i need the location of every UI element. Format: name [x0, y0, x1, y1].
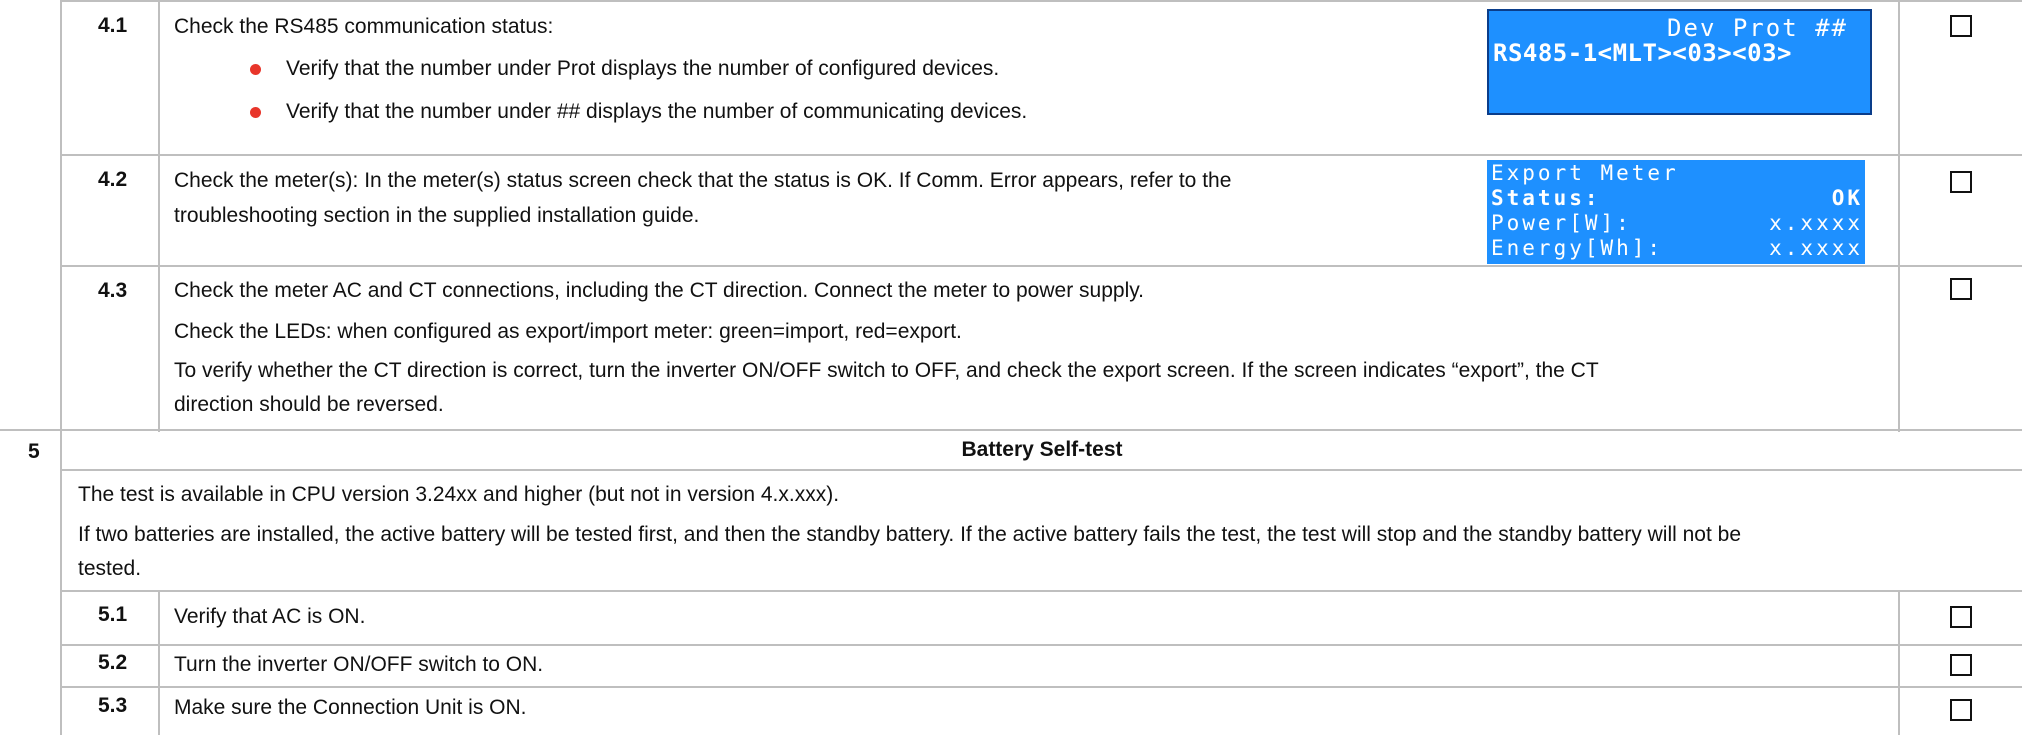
step-text-line: troubleshooting section in the supplied …: [174, 204, 700, 227]
step-text: Turn the inverter ON/OFF switch to ON.: [174, 653, 544, 676]
step-paragraph: Check the meter AC and CT connections, i…: [174, 279, 1145, 302]
step-text: Make sure the Connection Unit is ON.: [174, 696, 527, 719]
lcd-power-value: x.xxxx: [1769, 211, 1863, 235]
step-text-line: Check the meter(s): In the meter(s) stat…: [174, 169, 1232, 192]
lcd-screen-rs485: Dev Prot ## RS485-1<MLT><03><03>: [1487, 9, 1872, 115]
checkbox-5-2[interactable]: [1950, 654, 1972, 676]
lcd-power-label: Power[W]:: [1491, 211, 1632, 235]
checkbox-5-1[interactable]: [1950, 606, 1972, 628]
lcd-status-value: OK: [1831, 186, 1863, 210]
lcd-rs485-line: RS485-1<MLT><03><03>: [1493, 39, 1792, 67]
grid-line-num-col-lower: [158, 590, 160, 735]
section-title-text: Battery Self-test: [961, 438, 1123, 461]
section-intro: If two batteries are installed, the acti…: [78, 523, 1741, 546]
section-number: 5: [28, 440, 40, 463]
bullet-icon: [250, 107, 261, 118]
bullet-icon: [250, 64, 261, 75]
section-intro: tested.: [78, 557, 142, 580]
step-number: 5.1: [98, 603, 128, 626]
step-title: Check the RS485 communication status:: [174, 15, 554, 38]
step-number: 5.2: [98, 651, 128, 674]
grid-line-52-bottom: [60, 686, 2022, 688]
checkbox-5-3[interactable]: [1950, 699, 1972, 721]
lcd-screen-export-meter: Export Meter Status: OK Power[W]: x.xxxx…: [1487, 160, 1865, 264]
section-intro: The test is available in CPU version 3.2…: [78, 483, 840, 506]
grid-line-section5-left: [60, 429, 62, 735]
step-number: 4.2: [98, 168, 128, 191]
checkbox-4-3[interactable]: [1950, 278, 1972, 300]
step-paragraph: direction should be reversed.: [174, 393, 444, 416]
checkbox-4-1[interactable]: [1950, 15, 1972, 37]
lcd-status-label: Status:: [1491, 186, 1601, 210]
lcd-energy-value: x.xxxx: [1769, 236, 1863, 260]
grid-line-51-bottom: [60, 644, 2022, 646]
step-number: 4.1: [98, 14, 128, 37]
lcd-energy-label: Energy[Wh]:: [1491, 236, 1664, 260]
step-text: Verify that AC is ON.: [174, 605, 366, 628]
checkbox-4-2[interactable]: [1950, 171, 1972, 193]
step-number: 4.3: [98, 279, 128, 302]
step-number: 5.3: [98, 694, 128, 717]
lcd-title-line: Export Meter: [1491, 161, 1679, 185]
section-title: Battery Self-test: [62, 431, 2022, 469]
bullet-item: Verify that the number under Prot displa…: [286, 57, 1000, 80]
grid-line-section5-header-bottom: [60, 469, 2022, 471]
step-paragraph: Check the LEDs: when configured as expor…: [174, 320, 962, 343]
grid-line-51-top: [60, 590, 2022, 592]
lcd-header-line: Dev Prot ##: [1667, 14, 1848, 42]
bullet-item: Verify that the number under ## displays…: [286, 100, 1028, 123]
grid-line-check-col-lower: [1898, 590, 1900, 735]
step-row-4-3: 4.3 Check the meter AC and CT connection…: [60, 267, 2022, 429]
step-paragraph: To verify whether the CT direction is co…: [174, 359, 1599, 382]
